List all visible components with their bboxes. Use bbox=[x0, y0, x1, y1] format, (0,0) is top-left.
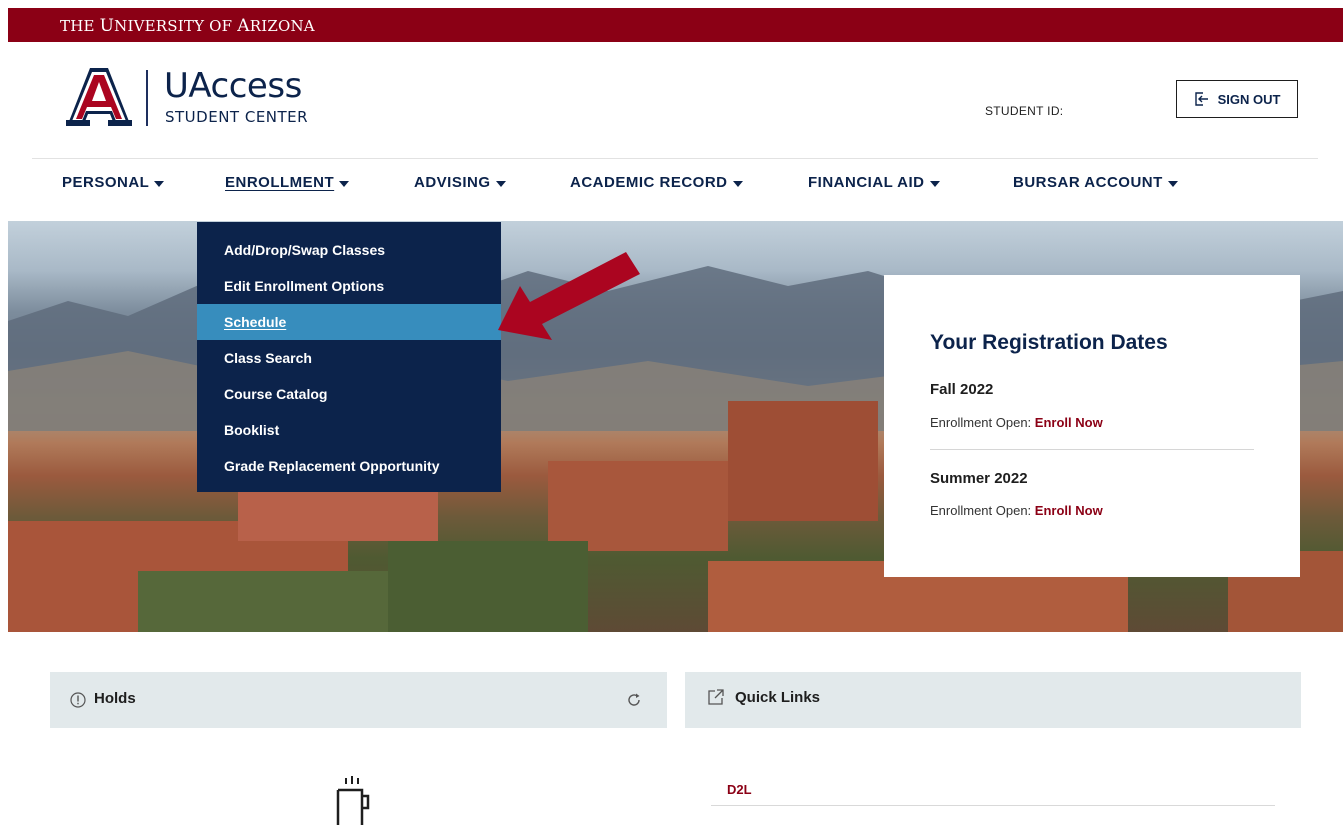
menu-item-label: Course Catalog bbox=[224, 386, 328, 402]
menu-item-grade-replacement[interactable]: Grade Replacement Opportunity bbox=[197, 448, 501, 484]
quick-link-divider bbox=[711, 805, 1275, 806]
registration-dates-card: Your Registration Dates Fall 2022 Enroll… bbox=[884, 275, 1300, 577]
sign-out-icon bbox=[1194, 92, 1208, 106]
chevron-down-icon bbox=[732, 180, 743, 187]
menu-item-label: Grade Replacement Opportunity bbox=[224, 458, 440, 474]
logo-divider bbox=[146, 70, 148, 126]
nav-bursar-account-label: BURSAR ACCOUNT bbox=[1013, 174, 1163, 191]
term-name: Fall 2022 bbox=[930, 381, 994, 398]
menu-item-class-search[interactable]: Class Search bbox=[197, 340, 501, 376]
nav-advising-label: ADVISING bbox=[414, 174, 491, 191]
menu-item-label: Booklist bbox=[224, 422, 280, 438]
holds-panel: Holds bbox=[50, 672, 667, 825]
chevron-down-icon bbox=[495, 180, 506, 187]
nav-financial-aid[interactable]: FINANCIAL AID bbox=[808, 174, 940, 191]
external-link-icon bbox=[708, 689, 724, 705]
term-enrollment-status: Enrollment Open: Enroll Now bbox=[930, 503, 1103, 518]
app-title[interactable]: UAccess bbox=[164, 66, 302, 106]
term-name: Summer 2022 bbox=[930, 470, 1028, 487]
enrollment-status-label: Enrollment Open: bbox=[930, 503, 1032, 518]
nav-financial-aid-label: FINANCIAL AID bbox=[808, 174, 925, 191]
enrollment-status-label: Enrollment Open: bbox=[930, 415, 1032, 430]
nav-enrollment[interactable]: ENROLLMENT bbox=[225, 174, 350, 191]
header-divider bbox=[32, 158, 1318, 159]
app-subtitle: STUDENT CENTER bbox=[165, 108, 309, 126]
university-wordmark[interactable]: THE UNIVERSITY OF ARIZONA bbox=[60, 16, 315, 36]
nav-personal-label: PERSONAL bbox=[62, 174, 150, 191]
menu-item-edit-enrollment-options[interactable]: Edit Enrollment Options bbox=[197, 268, 501, 304]
info-circle-icon bbox=[70, 692, 86, 708]
nav-bursar-account[interactable]: BURSAR ACCOUNT bbox=[1013, 174, 1178, 191]
menu-item-schedule[interactable]: Schedule bbox=[197, 304, 501, 340]
quick-links-header: Quick Links bbox=[685, 672, 1301, 728]
nav-personal[interactable]: PERSONAL bbox=[62, 174, 165, 191]
chevron-down-icon bbox=[929, 180, 940, 187]
nav-academic-record-label: ACADEMIC RECORD bbox=[570, 174, 728, 191]
menu-item-label: Class Search bbox=[224, 350, 312, 366]
nav-academic-record[interactable]: ACADEMIC RECORD bbox=[570, 174, 743, 191]
menu-item-add-drop-swap[interactable]: Add/Drop/Swap Classes bbox=[197, 232, 501, 268]
coffee-mug-icon bbox=[336, 776, 370, 825]
enrollment-dropdown-menu: Add/Drop/Swap Classes Edit Enrollment Op… bbox=[197, 222, 501, 492]
student-id-label: STUDENT ID: bbox=[985, 104, 1064, 118]
campus-building bbox=[548, 461, 728, 551]
chevron-down-icon bbox=[154, 180, 165, 187]
enroll-now-link[interactable]: Enroll Now bbox=[1035, 503, 1103, 518]
university-a-logo[interactable] bbox=[66, 68, 132, 128]
menu-item-label: Edit Enrollment Options bbox=[224, 278, 385, 294]
quick-links-title: Quick Links bbox=[735, 689, 821, 706]
campus-building bbox=[728, 401, 878, 521]
university-bar: THE UNIVERSITY OF ARIZONA bbox=[8, 8, 1343, 42]
chevron-down-icon bbox=[339, 180, 350, 187]
menu-item-course-catalog[interactable]: Course Catalog bbox=[197, 376, 501, 412]
term-enrollment-status: Enrollment Open: Enroll Now bbox=[930, 415, 1103, 430]
campus-trees bbox=[388, 541, 588, 632]
holds-panel-header: Holds bbox=[50, 672, 667, 728]
campus-trees bbox=[138, 571, 388, 632]
enroll-now-link[interactable]: Enroll Now bbox=[1035, 415, 1103, 430]
quick-link-d2l[interactable]: D2L bbox=[727, 782, 752, 797]
menu-item-booklist[interactable]: Booklist bbox=[197, 412, 501, 448]
refresh-icon[interactable] bbox=[626, 692, 642, 708]
menu-item-label: Add/Drop/Swap Classes bbox=[224, 242, 386, 258]
sign-out-label: SIGN OUT bbox=[1217, 91, 1281, 107]
chevron-down-icon bbox=[1167, 180, 1178, 187]
sign-out-button[interactable]: SIGN OUT bbox=[1176, 80, 1298, 118]
quick-links-body bbox=[685, 728, 1301, 825]
nav-advising[interactable]: ADVISING bbox=[414, 174, 506, 191]
term-divider bbox=[930, 449, 1254, 450]
nav-enrollment-label: ENROLLMENT bbox=[225, 174, 335, 191]
menu-item-label: Schedule bbox=[224, 314, 287, 330]
quick-links-panel: Quick Links D2L bbox=[685, 672, 1301, 825]
registration-title: Your Registration Dates bbox=[930, 331, 1168, 354]
main-nav: PERSONAL ENROLLMENT ADVISING ACADEMIC RE… bbox=[0, 174, 1343, 212]
red-pointer-arrow-icon bbox=[498, 252, 640, 340]
holds-title: Holds bbox=[94, 690, 136, 707]
